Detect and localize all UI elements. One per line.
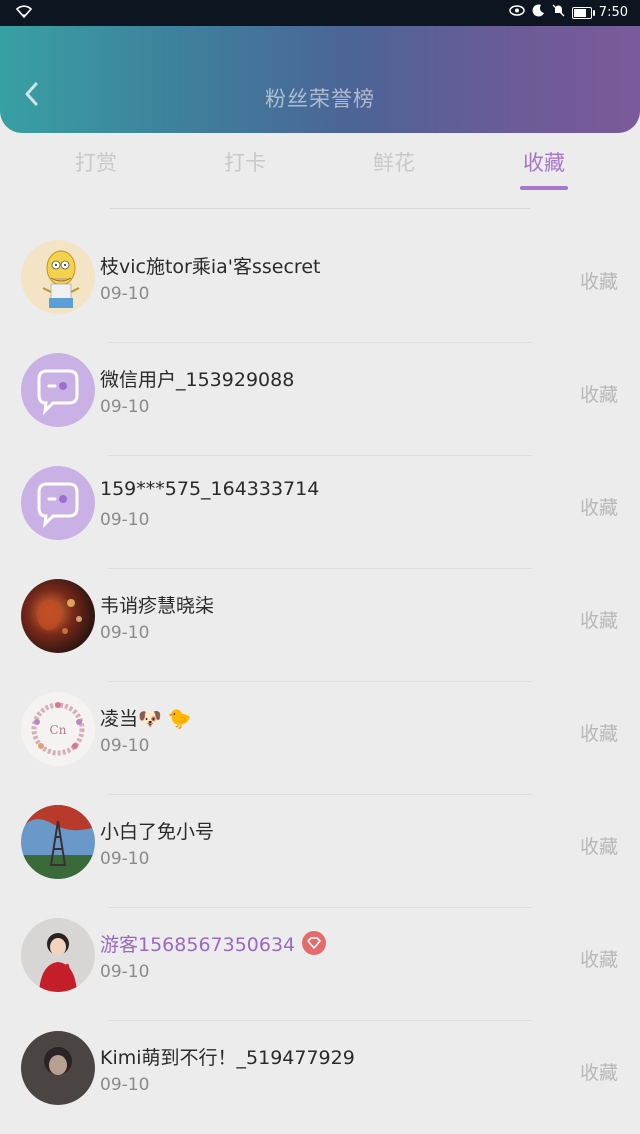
tab-label: 鲜花 (373, 151, 415, 175)
avatar (21, 805, 95, 879)
list-item[interactable]: 小白了免小号 09-10 收藏 (0, 795, 640, 908)
svg-text:Cn: Cn (50, 723, 67, 737)
avatar (21, 466, 95, 540)
tab-favorites[interactable]: 收藏 (494, 147, 594, 190)
avatar (21, 353, 95, 427)
fan-name: 小白了免小号 (100, 821, 215, 843)
fan-name-text: 游客1568567350634 (100, 934, 296, 956)
fan-name: 游客1568567350634 (100, 930, 327, 960)
favorite-button[interactable]: 收藏 (580, 832, 618, 859)
fan-date: 09-10 (100, 1075, 150, 1095)
favorite-button[interactable]: 收藏 (580, 380, 618, 407)
fan-date: 09-10 (100, 510, 150, 530)
battery-icon (571, 6, 595, 19)
eye-icon (509, 5, 525, 20)
favorite-button[interactable]: 收藏 (580, 719, 618, 746)
clock: 7:50 (598, 5, 628, 20)
list-item[interactable]: Cn 凌当🐶 🐤 09-10 收藏 (0, 682, 640, 795)
favorite-button[interactable]: 收藏 (580, 945, 618, 972)
avatar (21, 579, 95, 653)
tab-checkin[interactable]: 打卡 (195, 147, 295, 177)
fan-date: 09-10 (100, 623, 150, 643)
avatar (21, 240, 95, 314)
header-bar: 粉丝荣誉榜 (0, 26, 640, 133)
fan-name: 159***575_164333714 (100, 478, 320, 500)
tab-label: 打卡 (224, 151, 266, 175)
favorite-button[interactable]: 收藏 (580, 1058, 618, 1085)
moon-icon (532, 4, 545, 21)
list-item[interactable]: 微信用户_153929088 09-10 收藏 (0, 343, 640, 456)
fan-date: 09-10 (100, 849, 150, 869)
list-item[interactable]: Kimi萌到不行！_519477929 09-10 收藏 (0, 1021, 640, 1134)
vip-diamond-icon (301, 931, 327, 960)
tab-bar: 打赏 打卡 鲜花 收藏 (0, 133, 640, 208)
fan-name: 微信用户_153929088 (100, 369, 295, 391)
status-bar: 7:50 (0, 0, 640, 26)
fan-date: 09-10 (100, 397, 150, 417)
fan-name: 凌当🐶 🐤 (100, 708, 192, 730)
list-item[interactable]: 159***575_164333714 09-10 收藏 (0, 456, 640, 569)
fan-date: 09-10 (100, 962, 150, 982)
fan-date: 09-10 (100, 284, 150, 304)
avatar (21, 918, 95, 992)
active-tab-indicator (520, 186, 568, 190)
fan-name: 韦诮疹慧晓柒 (100, 595, 215, 617)
favorite-button[interactable]: 收藏 (580, 493, 618, 520)
favorite-button[interactable]: 收藏 (580, 606, 618, 633)
list-item[interactable]: 枝vic施tor乘ia'客ssecret 09-10 收藏 (0, 230, 640, 343)
wifi-icon (15, 5, 33, 22)
list-item[interactable]: 游客1568567350634 09-10 收藏 (0, 908, 640, 1021)
list-item[interactable]: 韦诮疹慧晓柒 09-10 收藏 (0, 569, 640, 682)
tab-label: 打赏 (75, 151, 117, 175)
tab-label: 收藏 (523, 151, 565, 175)
tab-flowers[interactable]: 鲜花 (344, 147, 444, 177)
tab-tips[interactable]: 打赏 (46, 147, 146, 177)
page-title: 粉丝荣誉榜 (265, 87, 375, 111)
favorite-button[interactable]: 收藏 (580, 267, 618, 294)
fan-date: 09-10 (100, 736, 150, 756)
mute-bell-icon (552, 4, 565, 21)
divider (110, 208, 530, 209)
avatar (21, 1031, 95, 1105)
avatar: Cn (21, 692, 95, 766)
fan-name: 枝vic施tor乘ia'客ssecret (100, 256, 321, 278)
